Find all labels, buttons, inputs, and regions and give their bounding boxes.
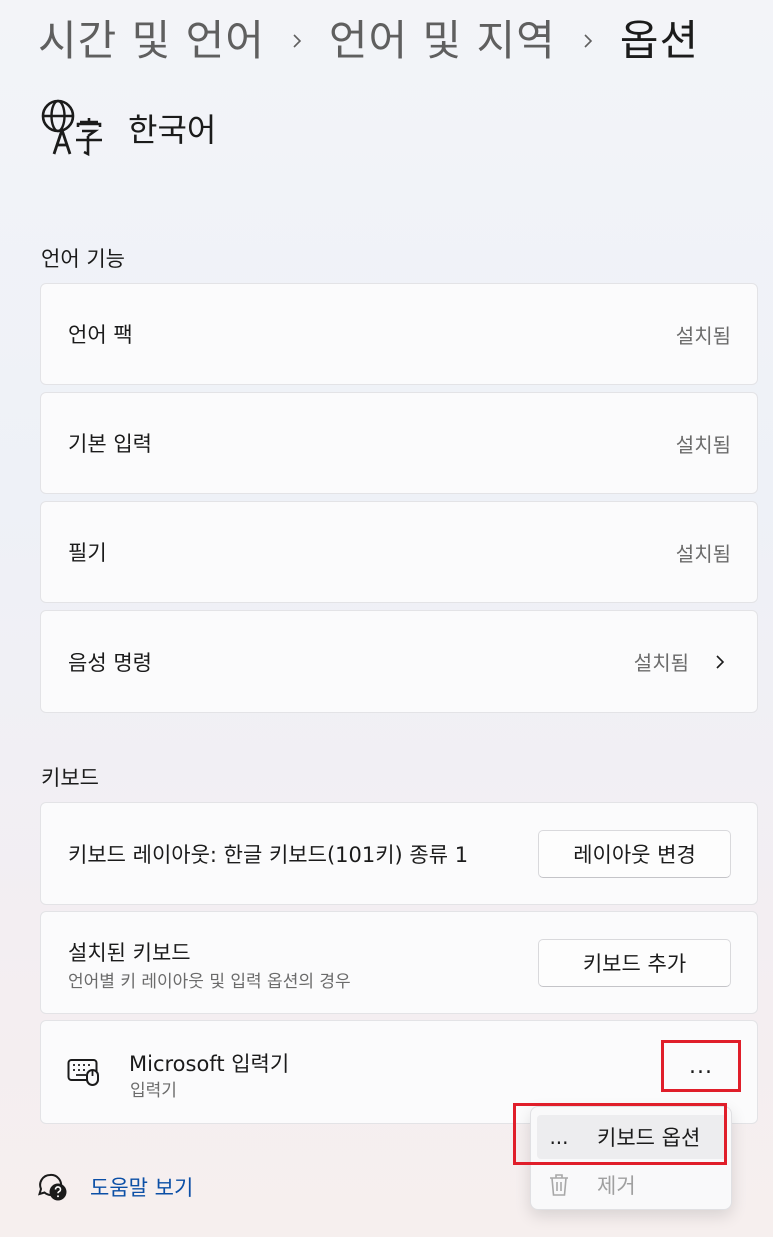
feature-label: 음성 명령 — [68, 650, 152, 675]
language-header: 한국어 — [40, 98, 216, 158]
breadcrumb: 시간 및 언어 언어 및 지역 옵션 — [38, 12, 699, 70]
feature-card-language-pack: 언어 팩 설치됨 — [40, 283, 758, 385]
section-title-keyboard: 키보드 — [41, 766, 99, 790]
installed-keyboards-subtitle: 언어별 키 레이아웃 및 입력 옵션의 경우 — [68, 972, 351, 992]
trash-icon — [537, 1173, 581, 1197]
feature-label: 필기 — [68, 541, 107, 565]
chevron-right-icon — [716, 654, 725, 669]
feature-status: 설치됨 — [675, 541, 731, 566]
settings-page: 시간 및 언어 언어 및 지역 옵션 한국어 언어 기능 언어 팩 설치됨 기본… — [0, 0, 773, 1237]
help-icon — [38, 1173, 67, 1201]
more-options-button[interactable]: ... — [661, 1040, 741, 1092]
feature-card-handwriting: 필기 설치됨 — [40, 501, 758, 603]
feature-label: 기본 입력 — [68, 432, 152, 456]
chevron-right-icon — [556, 33, 620, 49]
ime-name: Microsoft 입력기 — [129, 1052, 290, 1076]
keyboard-layout-label: 키보드 레이아웃: 한글 키보드(101키) 종류 1 — [68, 842, 469, 867]
section-title-language-features: 언어 기능 — [41, 247, 125, 271]
menu-item-label: 제거 — [597, 1174, 636, 1198]
language-icon — [41, 99, 102, 157]
help-link[interactable]: 도움말 보기 — [90, 1172, 193, 1202]
breadcrumb-time-language[interactable]: 시간 및 언어 — [38, 12, 265, 70]
change-layout-button[interactable]: 레이아웃 변경 — [538, 829, 731, 878]
menu-item-remove: 제거 — [537, 1163, 727, 1207]
highlight-box — [513, 1103, 727, 1165]
feature-card-basic-typing: 기본 입력 설치됨 — [40, 392, 758, 494]
installed-keyboards-title: 설치된 키보드 — [68, 941, 191, 965]
help-row: 도움말 보기 — [38, 1172, 193, 1202]
ime-subtitle: 입력기 — [130, 1081, 177, 1101]
feature-label: 언어 팩 — [68, 323, 133, 347]
breadcrumb-options: 옵션 — [619, 16, 700, 65]
breadcrumb-language-region[interactable]: 언어 및 지역 — [329, 12, 556, 70]
feature-status: 설치됨 — [633, 651, 689, 675]
keyboard-icon — [67, 1059, 99, 1086]
add-keyboard-button[interactable]: 키보드 추가 — [538, 938, 731, 987]
installed-keyboards-card: 설치된 키보드 언어별 키 레이아웃 및 입력 옵션의 경우 키보드 추가 — [40, 911, 758, 1014]
feature-status: 설치됨 — [675, 323, 731, 348]
feature-status: 설치됨 — [675, 432, 731, 457]
feature-card-speech[interactable]: 음성 명령 설치됨 — [40, 610, 758, 713]
language-title: 한국어 — [128, 111, 217, 149]
chevron-right-icon — [265, 33, 329, 49]
keyboard-layout-card: 키보드 레이아웃: 한글 키보드(101키) 종류 1 레이아웃 변경 — [40, 802, 758, 905]
